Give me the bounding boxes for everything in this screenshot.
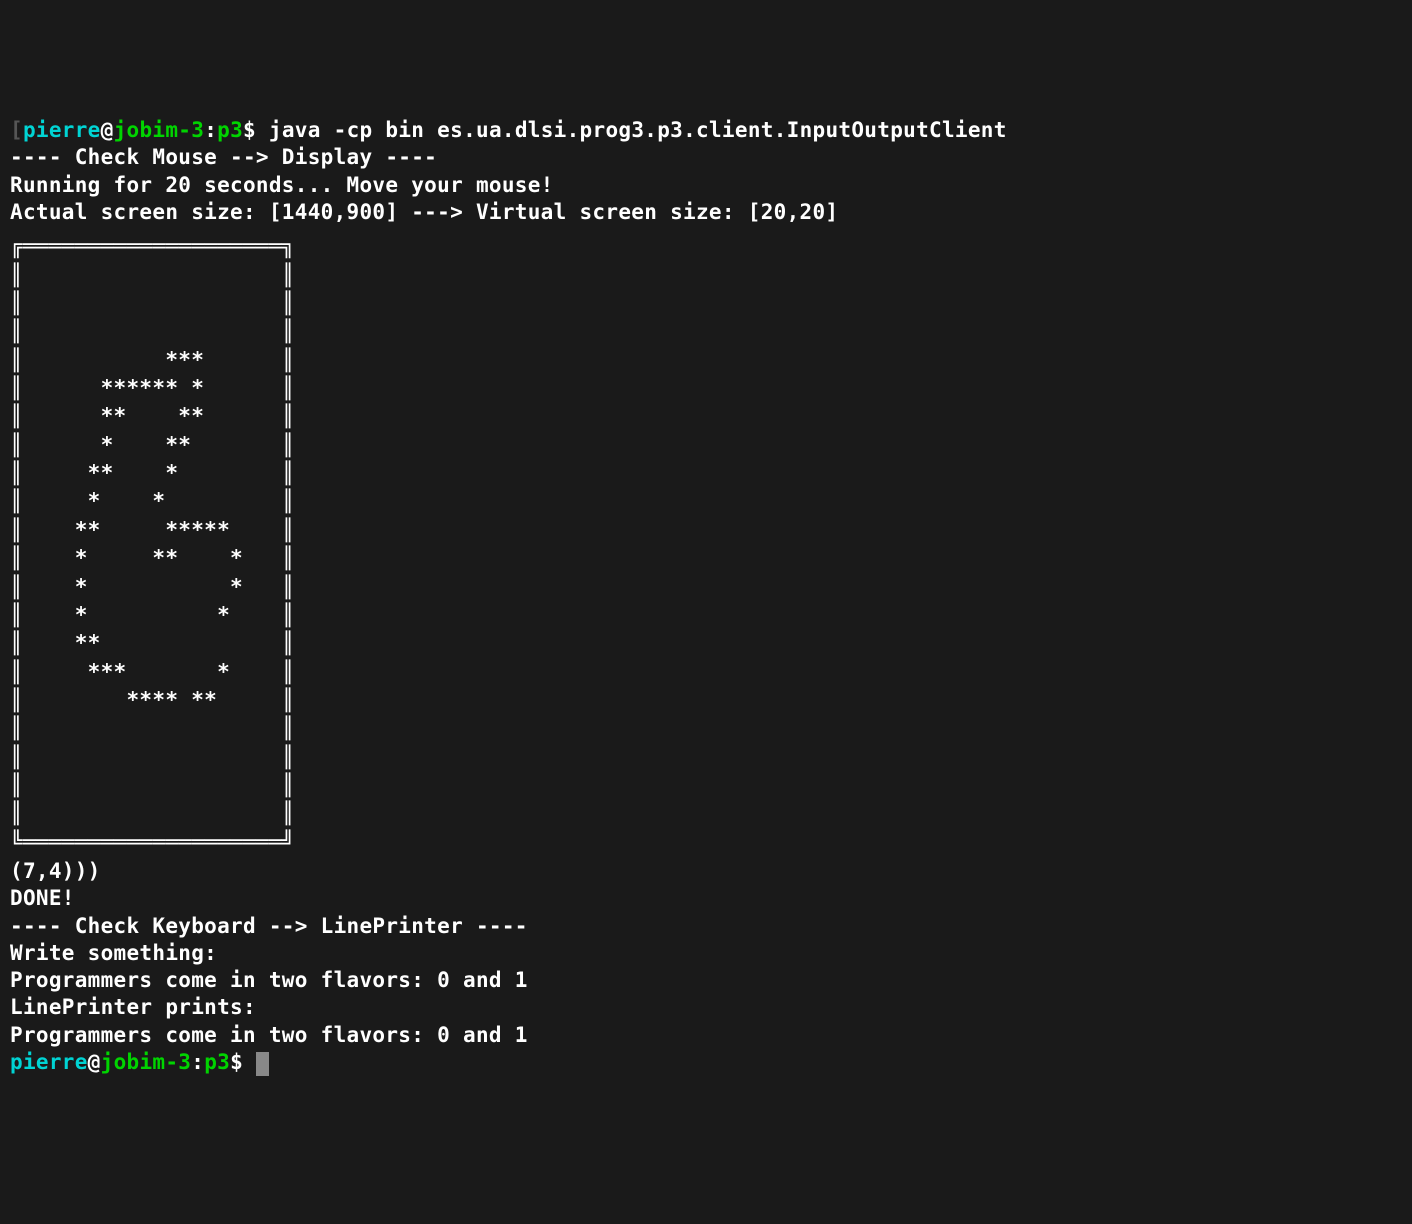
prompt-dollar: $ xyxy=(230,1050,256,1074)
box-row: ║ ** * ║ xyxy=(10,461,295,485)
command-text: java -cp bin es.ua.dlsi.prog3.p3.client.… xyxy=(269,118,1007,142)
prompt-at: @ xyxy=(101,118,114,142)
prompt-at: @ xyxy=(88,1050,101,1074)
box-row: ║ **** ** ║ xyxy=(10,688,295,712)
box-bottom: ╚════════════════════╝ xyxy=(10,830,295,854)
bracket-open: [ xyxy=(10,118,23,142)
prompt-line-2[interactable]: pierre@jobim-3:p3$ xyxy=(10,1050,269,1074)
terminal-output[interactable]: [pierre@jobim-3:p3$ java -cp bin es.ua.d… xyxy=(10,117,1402,1076)
box-row: ║ ** ║ xyxy=(10,631,295,655)
prompt-line-1: [pierre@jobim-3:p3$ java -cp bin es.ua.d… xyxy=(10,118,1007,142)
box-row: ║ ║ xyxy=(10,291,295,315)
prompt-user: pierre xyxy=(10,1050,88,1074)
prompt-colon: : xyxy=(191,1050,204,1074)
output-check-mouse: ---- Check Mouse --> Display ---- xyxy=(10,145,437,169)
box-row: ║ ║ xyxy=(10,716,295,740)
output-write-prompt: Write something: xyxy=(10,941,217,965)
output-check-keyboard: ---- Check Keyboard --> LinePrinter ---- xyxy=(10,914,528,938)
output-running: Running for 20 seconds... Move your mous… xyxy=(10,173,554,197)
prompt-host: jobim-3 xyxy=(114,118,205,142)
box-row: ║ * * ║ xyxy=(10,489,295,513)
box-row: ║ * * ║ xyxy=(10,575,295,599)
prompt-dollar: $ xyxy=(243,118,269,142)
cursor-icon[interactable] xyxy=(256,1052,269,1076)
output-coord: (7,4))) xyxy=(10,859,101,883)
prompt-host: jobim-3 xyxy=(101,1050,192,1074)
prompt-colon: : xyxy=(204,118,217,142)
box-row: ║ ** ***** ║ xyxy=(10,518,295,542)
box-top: ╔════════════════════╗ xyxy=(10,234,295,258)
box-row: ║ * * ║ xyxy=(10,603,295,627)
box-row: ║ ║ xyxy=(10,745,295,769)
prompt-user: pierre xyxy=(23,118,101,142)
ascii-display-box: ╔════════════════════╗ ║ ║ ║ ║ ║ ║ ║ ***… xyxy=(10,232,1402,856)
box-row: ║ *** * ║ xyxy=(10,660,295,684)
prompt-path: p3 xyxy=(204,1050,230,1074)
box-row: ║ *** ║ xyxy=(10,348,295,372)
box-row: ║ ║ xyxy=(10,263,295,287)
box-row: ║ ║ xyxy=(10,773,295,797)
box-row: ║ ****** * ║ xyxy=(10,376,295,400)
user-input-line: Programmers come in two flavors: 0 and 1 xyxy=(10,968,528,992)
output-screen-size: Actual screen size: [1440,900] ---> Virt… xyxy=(10,200,838,224)
output-printed-text: Programmers come in two flavors: 0 and 1 xyxy=(10,1023,528,1047)
box-row: ║ ║ xyxy=(10,319,295,343)
box-row: ║ * ** ║ xyxy=(10,433,295,457)
output-done: DONE! xyxy=(10,886,75,910)
box-row: ║ * ** * ║ xyxy=(10,546,295,570)
box-row: ║ ** ** ║ xyxy=(10,404,295,428)
output-lineprinter: LinePrinter prints: xyxy=(10,995,256,1019)
prompt-path: p3 xyxy=(217,118,243,142)
box-row: ║ ║ xyxy=(10,801,295,825)
